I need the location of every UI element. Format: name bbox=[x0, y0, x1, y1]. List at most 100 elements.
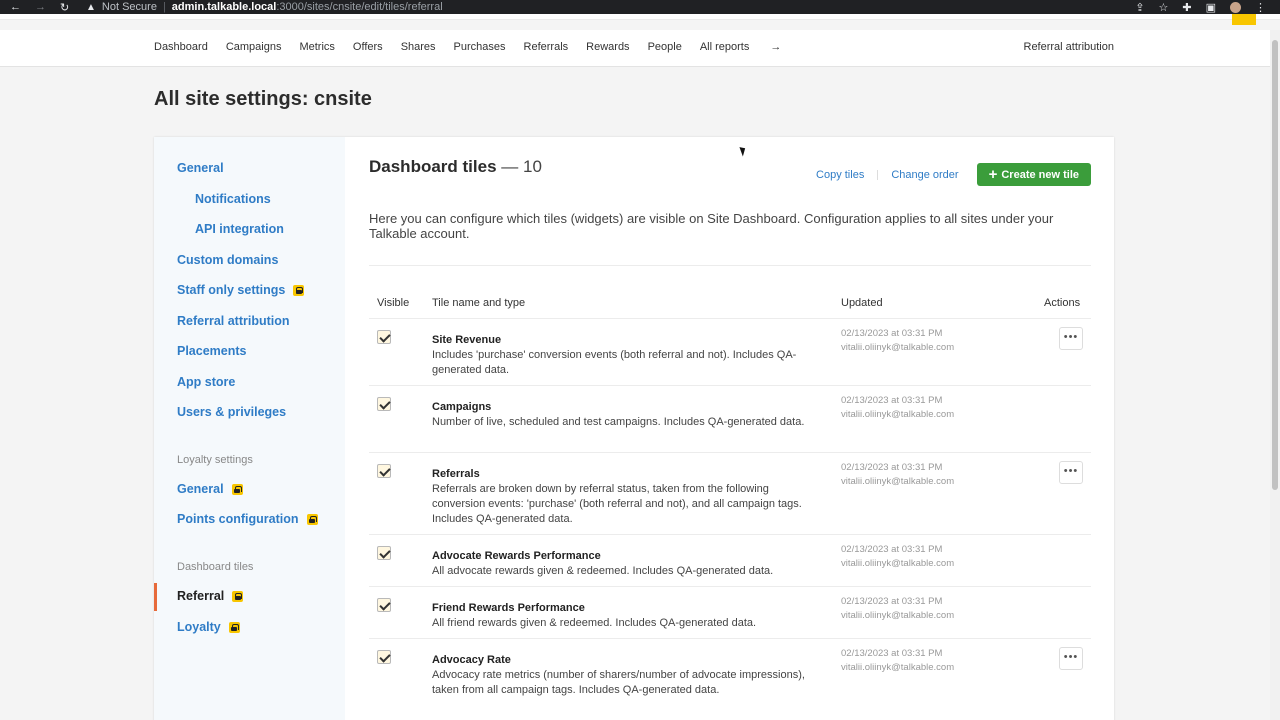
sidebar-item-points-configuration[interactable]: Points configuration bbox=[177, 512, 318, 526]
visible-checkbox[interactable] bbox=[377, 464, 391, 478]
updated-date: 02/13/2023 at 03:31 PM bbox=[841, 462, 943, 473]
sidebar-heading-dashboard-tiles: Dashboard tiles bbox=[177, 561, 254, 573]
topnav-dashboard[interactable]: Dashboard bbox=[154, 41, 208, 53]
topnav-purchases[interactable]: Purchases bbox=[454, 41, 506, 53]
top-navigation: Dashboard Campaigns Metrics Offers Share… bbox=[0, 30, 1270, 67]
visible-checkbox[interactable] bbox=[377, 598, 391, 612]
security-label: Not Secure bbox=[101, 1, 157, 13]
tile-description: Number of live, scheduled and test campa… bbox=[432, 416, 805, 428]
more-actions-button[interactable]: ••• bbox=[1059, 327, 1083, 350]
sidebar-label: General bbox=[177, 482, 224, 496]
lock-icon bbox=[306, 513, 318, 525]
topnav-metrics[interactable]: Metrics bbox=[299, 41, 334, 53]
visible-checkbox[interactable] bbox=[377, 546, 391, 560]
more-actions-button[interactable]: ••• bbox=[1059, 461, 1083, 484]
column-header-actions: Actions bbox=[1044, 297, 1081, 309]
address-bar[interactable]: ▲ Not Secure | admin.talkable.local:3000… bbox=[86, 1, 443, 13]
section-description: Here you can configure which tiles (widg… bbox=[369, 211, 1054, 241]
sidebar-item-general[interactable]: General bbox=[177, 161, 224, 175]
section-title: Dashboard tiles — 10 bbox=[369, 157, 542, 177]
actions-divider bbox=[877, 169, 879, 180]
column-header-visible: Visible bbox=[377, 297, 410, 309]
lock-icon bbox=[228, 621, 240, 633]
create-new-tile-button[interactable]: + Create new tile bbox=[976, 163, 1091, 186]
sidebar-item-api-integration[interactable]: API integration bbox=[195, 222, 284, 236]
table-row: Referrals Referrals are broken down by re… bbox=[369, 452, 1091, 534]
sidebar-item-placements[interactable]: Placements bbox=[177, 344, 246, 358]
column-header-name: Tile name and type bbox=[432, 297, 526, 309]
topnav-referral-attribution[interactable]: Referral attribution bbox=[1024, 41, 1115, 53]
topnav-offers[interactable]: Offers bbox=[353, 41, 383, 53]
extensions-icon[interactable]: ✚ bbox=[1182, 1, 1191, 14]
topnav-all-reports[interactable]: All reports → bbox=[700, 41, 800, 53]
updated-user: vitalii.oliinyk@talkable.com bbox=[841, 342, 955, 353]
sidebar-item-app-store[interactable]: App store bbox=[177, 375, 235, 389]
sidebar-item-referral[interactable]: Referral bbox=[177, 589, 244, 603]
reload-icon[interactable]: ↻ bbox=[60, 1, 69, 14]
topnav-rewards[interactable]: Rewards bbox=[586, 41, 629, 53]
sidebar-item-users-privileges[interactable]: Users & privileges bbox=[177, 405, 286, 419]
sidebar-heading-loyalty: Loyalty settings bbox=[177, 454, 253, 466]
browser-menu-icon[interactable]: ⋮ bbox=[1255, 1, 1266, 14]
topnav-referrals[interactable]: Referrals bbox=[524, 41, 569, 53]
table-row: Advocate Rewards Performance All advocate… bbox=[369, 534, 1091, 586]
environment-badge bbox=[1232, 14, 1256, 25]
sidepanel-icon[interactable]: ▣ bbox=[1206, 1, 1216, 14]
updated-date: 02/13/2023 at 03:31 PM bbox=[841, 328, 943, 339]
tile-name: Advocate Rewards Performance bbox=[432, 550, 601, 562]
create-button-label: Create new tile bbox=[1001, 168, 1079, 181]
profile-avatar[interactable] bbox=[1230, 1, 1241, 13]
all-reports-label: All reports bbox=[699, 41, 750, 53]
settings-sidebar: General Notifications API integration Cu… bbox=[154, 137, 345, 720]
url-host: admin.talkable.local bbox=[171, 1, 277, 13]
updated-date: 02/13/2023 at 03:31 PM bbox=[841, 596, 943, 607]
tile-description: All friend rewards given & redeemed. Inc… bbox=[432, 617, 757, 629]
tile-name: Advocacy Rate bbox=[432, 654, 511, 666]
sidebar-item-custom-domains[interactable]: Custom domains bbox=[177, 253, 278, 267]
copy-tiles-link[interactable]: Copy tiles bbox=[816, 169, 864, 181]
browser-nav: ← → ↻ bbox=[0, 1, 80, 14]
lock-icon bbox=[293, 284, 305, 296]
sidebar-item-loyalty[interactable]: Loyalty bbox=[177, 620, 240, 634]
bookmark-star-icon[interactable]: ☆ bbox=[1159, 1, 1169, 14]
sidebar-item-referral-attribution[interactable]: Referral attribution bbox=[177, 314, 290, 328]
url-path: :3000/sites/cnsite/edit/tiles/referral bbox=[276, 1, 443, 13]
lock-icon bbox=[232, 590, 244, 602]
sidebar-item-staff-only[interactable]: Staff only settings bbox=[177, 283, 305, 297]
change-order-link[interactable]: Change order bbox=[891, 169, 958, 181]
tile-description: All advocate rewards given & redeemed. I… bbox=[432, 565, 774, 577]
main-content: Dashboard tiles — 10 Copy tiles Change o… bbox=[369, 137, 1091, 720]
visible-checkbox[interactable] bbox=[377, 650, 391, 664]
section-divider bbox=[369, 265, 1091, 266]
column-header-updated: Updated bbox=[841, 297, 883, 309]
visible-checkbox[interactable] bbox=[377, 330, 391, 344]
share-icon[interactable]: ⇪ bbox=[1135, 1, 1144, 14]
table-row: Site Revenue Includes 'purchase' conversi… bbox=[369, 318, 1091, 385]
topnav-campaigns[interactable]: Campaigns bbox=[226, 41, 282, 53]
topnav-people[interactable]: People bbox=[648, 41, 682, 53]
topnav-shares[interactable]: Shares bbox=[401, 41, 436, 53]
sidebar-item-notifications[interactable]: Notifications bbox=[195, 192, 271, 206]
sidebar-item-loyalty-general[interactable]: General bbox=[177, 482, 243, 496]
updated-user: vitalii.oliinyk@talkable.com bbox=[841, 662, 955, 673]
table-row: Friend Rewards Performance All friend rew… bbox=[369, 586, 1091, 638]
table-row: Campaigns Number of live, scheduled and t… bbox=[369, 385, 1091, 452]
updated-user: vitalii.oliinyk@talkable.com bbox=[841, 558, 955, 569]
back-icon[interactable]: ← bbox=[10, 1, 21, 14]
warning-icon: ▲ bbox=[86, 1, 96, 13]
forward-icon[interactable]: → bbox=[35, 1, 46, 14]
scrollbar-thumb[interactable] bbox=[1272, 40, 1278, 490]
tile-description: Includes 'purchase' conversion events (b… bbox=[432, 349, 797, 376]
section-title-text: Dashboard tiles bbox=[369, 157, 497, 176]
updated-date: 02/13/2023 at 03:31 PM bbox=[841, 395, 943, 406]
page-scrollbar[interactable] bbox=[1270, 30, 1280, 720]
more-actions-button[interactable]: ••• bbox=[1059, 647, 1083, 670]
updated-date: 02/13/2023 at 03:31 PM bbox=[841, 544, 943, 555]
page-title: All site settings: cnsite bbox=[154, 88, 372, 110]
sidebar-label: Points configuration bbox=[177, 512, 299, 526]
tile-name: Friend Rewards Performance bbox=[432, 602, 585, 614]
tile-name: Campaigns bbox=[432, 401, 492, 413]
visible-checkbox[interactable] bbox=[377, 397, 391, 411]
tile-count: — 10 bbox=[501, 157, 542, 176]
sidebar-active-marker bbox=[154, 583, 157, 611]
